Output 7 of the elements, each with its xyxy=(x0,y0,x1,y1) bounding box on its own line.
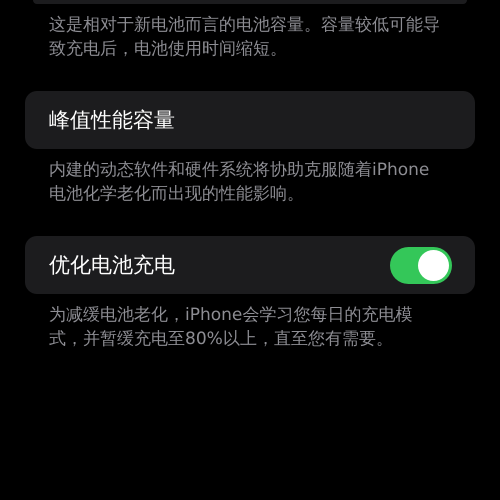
row-title: 峰值性能容量 xyxy=(49,107,175,134)
row-title: 优化电池充电 xyxy=(49,252,175,279)
footer-text: 这是相对于新电池而言的电池容量。容量较低可能导致充电后，电池使用时间缩短。 xyxy=(48,14,441,61)
toggle-switch[interactable] xyxy=(390,246,452,284)
footer-text: 内建的动态软件和硬件系统将协助克服随着iPhone电池化学老化而出现的性能影响。 xyxy=(48,159,430,206)
settings-row[interactable]: 峰值性能容量 xyxy=(25,91,475,149)
footer-text: 为减缓电池老化，iPhone会学习您每日的充电模式，并暂缓充电至80%以上，直至您有需要。 xyxy=(48,304,414,351)
